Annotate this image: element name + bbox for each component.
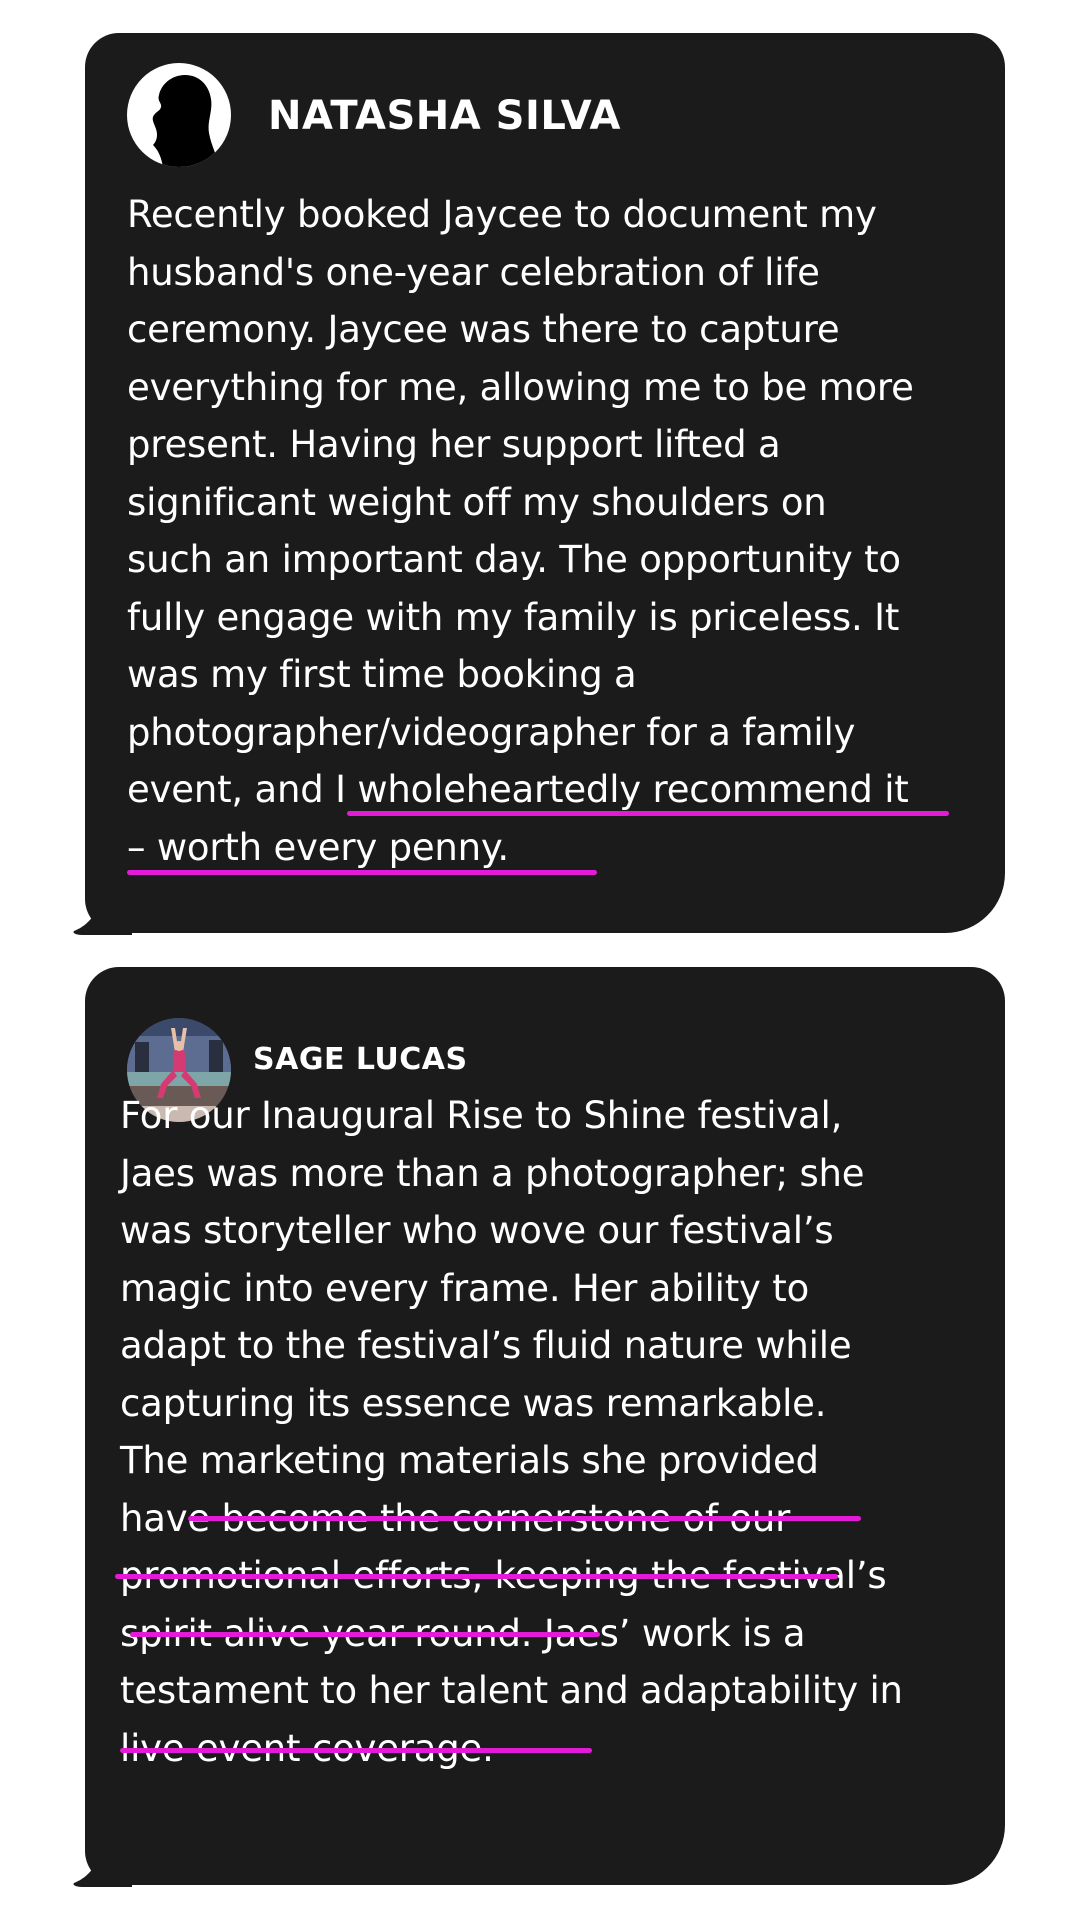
text-line: Recently booked Jaycee to document my <box>127 193 877 236</box>
text-line: magic into every frame. Her ability to <box>120 1266 810 1310</box>
text-line: significant weight off my shoulders on <box>127 480 827 524</box>
text-line: – worth every penny. <box>127 825 509 869</box>
text-line: husband's one-year celebration of life <box>127 250 820 294</box>
highlight-underline <box>120 1748 592 1753</box>
testimonial-text: For our Inaugural Rise to Shine festival… <box>120 1087 903 1777</box>
woman-silhouette-icon <box>152 75 219 167</box>
testimonial-card-sage: SAGE LUCAS For our Inaugural Rise to Shi… <box>85 967 1005 1885</box>
avatar-natasha <box>127 63 231 167</box>
reviewer-name: SAGE LUCAS <box>253 1042 468 1077</box>
text-line: capturing its essence was remarkable. <box>120 1381 827 1425</box>
text-line: such an important day. The opportunity t… <box>127 538 901 581</box>
testimonial-card-natasha: NATASHA SILVA Recently booked Jaycee to … <box>85 33 1005 933</box>
text-line: The marketing materials she provided <box>120 1439 819 1482</box>
text-line: Jaes was more than a photographer; she <box>120 1151 865 1195</box>
highlight-underline <box>130 1632 600 1637</box>
bubble-tail-icon <box>73 875 132 935</box>
text-line: present. Having her support lifted a <box>127 423 781 466</box>
text-line: everything for me, allowing me to be mor… <box>127 365 914 409</box>
highlight-underline <box>347 811 949 816</box>
text-line: fully engage with my family is priceless… <box>127 595 900 639</box>
testimonial-text: Recently booked Jaycee to document my hu… <box>127 186 914 876</box>
text-line: For our Inaugural Rise to Shine festival… <box>120 1094 843 1137</box>
text-line: event, and I wholeheartedly recommend it <box>127 768 909 811</box>
text-line: was my first time booking a <box>127 653 637 696</box>
reviewer-name: NATASHA SILVA <box>268 93 622 139</box>
highlight-underline <box>188 1516 861 1521</box>
highlight-underline <box>127 870 597 875</box>
bubble-tail-icon <box>73 1827 132 1887</box>
text-line: photographer/videographer for a family <box>127 710 856 754</box>
text-line: was storyteller who wove our festival’s <box>120 1209 834 1252</box>
text-line: testament to her talent and adaptability… <box>120 1669 903 1712</box>
highlight-underline <box>115 1574 838 1579</box>
text-line: adapt to the festival’s fluid nature whi… <box>120 1324 852 1367</box>
text-line: ceremony. Jaycee was there to capture <box>127 308 840 351</box>
